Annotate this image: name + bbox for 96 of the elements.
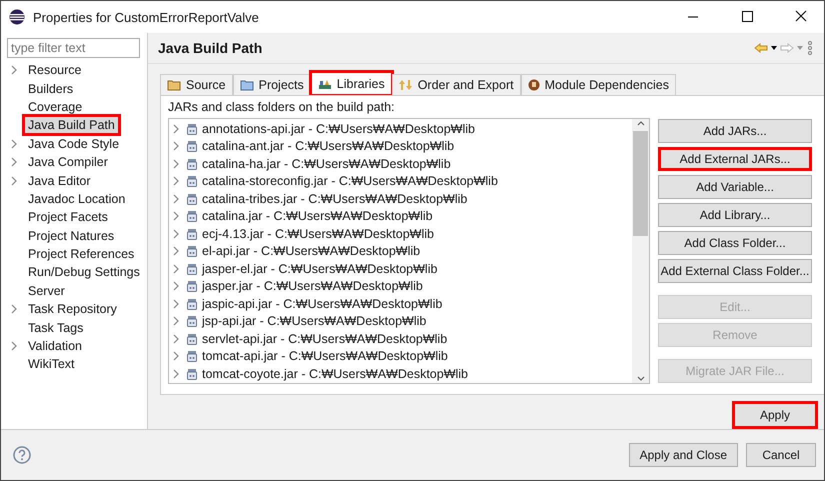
jar-icon (187, 140, 197, 152)
chevron-right-icon[interactable] (173, 334, 181, 344)
jar-icon (187, 298, 197, 310)
chevron-right-icon[interactable] (173, 368, 181, 379)
chevron-right-icon[interactable] (11, 176, 19, 186)
library-item[interactable]: tomcat-api.jar - C:₩Users₩A₩Desktop₩lib (202, 349, 448, 364)
library-item[interactable]: tomcat-coyote.jar - C:₩Users₩A₩Desktop₩lib (202, 366, 468, 381)
jar-icon (187, 368, 197, 380)
jar-icon (187, 350, 197, 362)
chevron-right-icon[interactable] (173, 194, 181, 204)
sidebar-item[interactable]: Run/Debug Settings (25, 264, 143, 280)
scrollbar[interactable] (632, 119, 649, 383)
library-item[interactable]: catalina.jar - C:₩Users₩A₩Desktop₩lib (202, 209, 433, 224)
sidebar-item[interactable]: Javadoc Location (25, 190, 128, 207)
chevron-right-icon[interactable] (11, 157, 19, 168)
sidebar-item[interactable]: Java Compiler (25, 154, 111, 170)
library-item[interactable]: catalina-ha.jar - C:₩Users₩A₩Desktop₩lib (202, 156, 451, 171)
chevron-right-icon[interactable] (173, 228, 181, 239)
sidebar-item[interactable]: Resource (25, 62, 84, 78)
library-item[interactable]: jsp-api.jar - C:₩Users₩A₩Desktop₩lib (202, 314, 426, 328)
chevron-right-icon[interactable] (11, 304, 19, 314)
library-item[interactable]: servlet-api.jar - C:₩Users₩A₩Desktop₩lib (202, 332, 448, 346)
page-title: Java Build Path (158, 40, 264, 56)
chevron-right-icon[interactable] (173, 176, 181, 186)
dialog-button[interactable]: Apply and Close (628, 443, 738, 467)
jar-icon (187, 245, 197, 258)
arrows-icon (398, 79, 413, 91)
chevron-right-icon[interactable] (173, 141, 181, 152)
chevron-right-icon[interactable] (173, 124, 181, 134)
library-item[interactable]: catalina-tribes.jar - C:₩Users₩A₩Desktop₩lib (202, 192, 468, 206)
chevron-right-icon[interactable] (173, 246, 181, 256)
library-item[interactable]: catalina-storeconfig.jar - C:₩Users₩A₩Desktop₩lib (202, 174, 498, 188)
eclipse-logo-icon (9, 9, 25, 25)
action-button[interactable]: Add Library... (658, 203, 812, 227)
tab[interactable]: Order and Export (392, 74, 521, 95)
jar-icon (187, 122, 197, 135)
jar-icon (187, 262, 197, 275)
sidebar-item[interactable]: Task Tags (25, 320, 86, 336)
chevron-right-icon[interactable] (173, 158, 181, 169)
sidebar-item[interactable]: Server (25, 282, 68, 299)
library-item[interactable]: jaspic-api.jar - C:₩Users₩A₩Desktop₩lib (202, 296, 442, 311)
sidebar-item[interactable]: Project References (25, 246, 138, 262)
jar-icon (187, 228, 197, 240)
chevron-right-icon[interactable] (173, 351, 181, 362)
action-button[interactable]: Add External JARs... (658, 147, 812, 171)
module-icon (528, 79, 540, 91)
sidebar-item[interactable]: Java Code Style (25, 136, 122, 152)
jar-icon (187, 280, 197, 292)
chevron-right-icon[interactable] (173, 264, 181, 274)
jar-icon (187, 210, 197, 222)
library-item[interactable]: catalina-ant.jar - C:₩Users₩A₩Desktop₩lib (202, 139, 454, 154)
library-item[interactable]: jasper-el.jar - C:₩Users₩A₩Desktop₩lib (202, 262, 438, 276)
jar-icon (187, 332, 197, 345)
filter-field[interactable]: type filter text (7, 38, 140, 58)
chevron-right-icon[interactable] (173, 316, 181, 326)
action-button[interactable]: Add JARs... (658, 119, 812, 143)
sidebar-item[interactable]: WikiText (25, 356, 78, 372)
tab[interactable]: Libraries (310, 72, 392, 95)
tab[interactable]: Projects (232, 74, 311, 95)
jar-icon (187, 315, 197, 328)
action-button[interactable]: Add Variable... (658, 175, 812, 199)
action-button[interactable]: Add External Class Folder... (658, 259, 812, 283)
library-item[interactable]: el-api.jar - C:₩Users₩A₩Desktop₩lib (202, 244, 420, 258)
library-item[interactable]: ecj-4.13.jar - C:₩Users₩A₩Desktop₩lib (202, 226, 434, 241)
tab[interactable]: Module Dependencies (520, 74, 676, 95)
apply-button[interactable]: Apply (732, 401, 818, 429)
folder-icon (240, 79, 254, 91)
sidebar-item[interactable]: Project Facets (25, 209, 111, 226)
jar-icon (187, 175, 197, 188)
sidebar-item[interactable]: Validation (25, 338, 85, 354)
window-title: Properties for CustomErrorReportValve (33, 10, 260, 24)
chevron-right-icon[interactable] (173, 298, 181, 309)
chevron-right-icon[interactable] (11, 341, 19, 352)
chevron-right-icon[interactable] (11, 138, 19, 149)
sidebar-item[interactable]: Java Build Path (25, 117, 118, 134)
jar-icon (187, 192, 197, 205)
list-caption: JARs and class folders on the build path: (168, 100, 396, 116)
jar-icon (187, 158, 197, 170)
library-item[interactable]: jasper.jar - C:₩Users₩A₩Desktop₩lib (202, 279, 423, 294)
chevron-right-icon[interactable] (173, 211, 181, 222)
dropdown-icon[interactable] (768, 44, 780, 52)
dialog-button[interactable]: Cancel (746, 443, 816, 467)
tab[interactable]: Source (160, 74, 233, 95)
chevron-right-icon[interactable] (11, 65, 19, 76)
action-button[interactable]: Add Class Folder... (658, 231, 812, 255)
sidebar-item[interactable]: Task Repository (25, 301, 120, 318)
sidebar-item[interactable]: Coverage (25, 98, 86, 115)
library-item[interactable]: annotations-api.jar - C:₩Users₩A₩Desktop₩lib (202, 122, 475, 136)
help-icon[interactable] (13, 446, 31, 464)
sidebar-item[interactable]: Project Natures (25, 228, 118, 244)
sidebar-item[interactable]: Builders (25, 80, 76, 97)
menu-icon[interactable] (806, 41, 814, 55)
folder-icon (167, 79, 181, 91)
books-icon (318, 78, 332, 90)
chevron-right-icon[interactable] (173, 281, 181, 292)
sidebar-item[interactable]: Java Editor (25, 172, 94, 189)
